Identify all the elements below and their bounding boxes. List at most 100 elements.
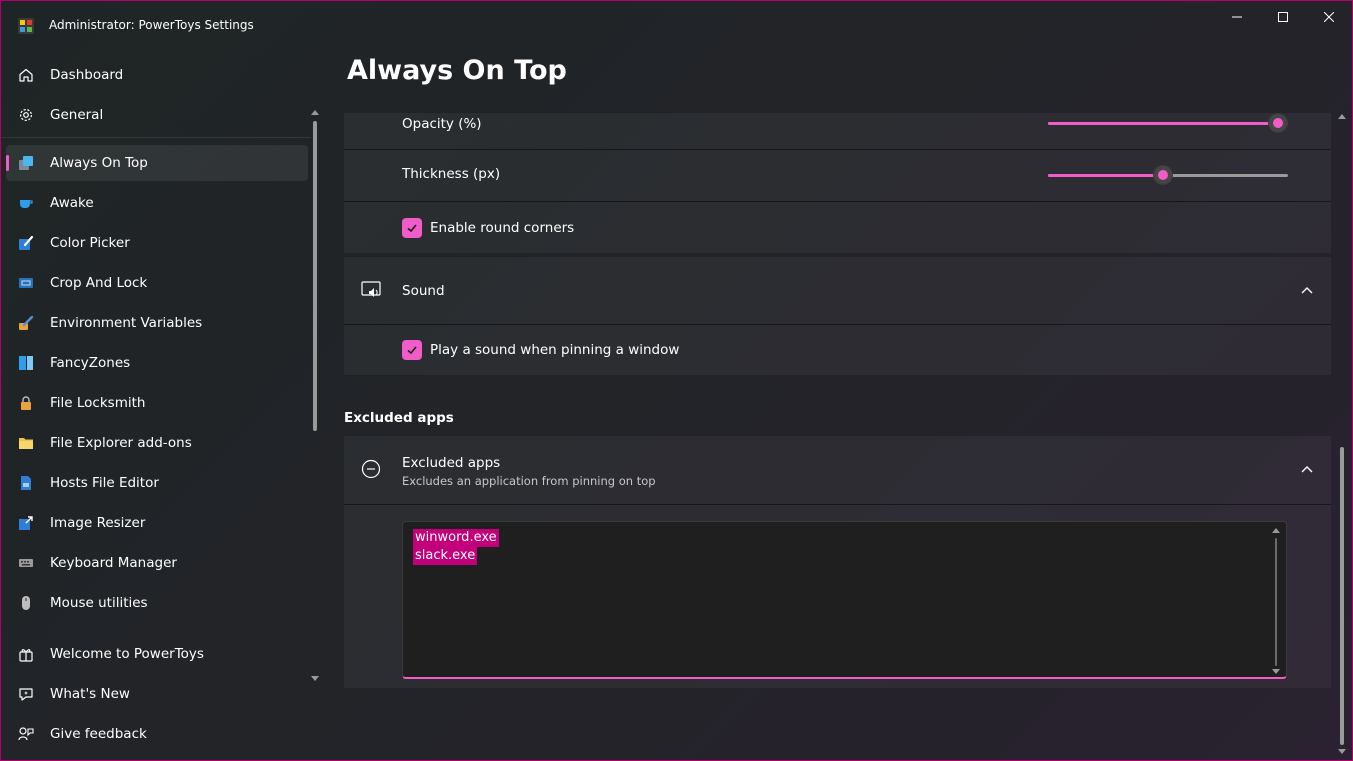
chevron-up-icon[interactable]	[1299, 283, 1315, 299]
sidebar-item-label: Hosts File Editor	[50, 475, 159, 491]
sidebar-item-give-feedback[interactable]: Give feedback	[6, 716, 308, 752]
mouse-icon	[22, 596, 30, 610]
play-sound-setting-row: Play a sound when pinning a window	[344, 325, 1331, 375]
chevron-up-icon[interactable]	[1299, 462, 1315, 478]
excluded-app-line[interactable]: winword.exe	[413, 529, 499, 547]
scroll-down-arrow-icon[interactable]	[1272, 667, 1280, 675]
round-corners-setting-row: Enable round corners	[344, 202, 1331, 253]
sidebar-item-label: Give feedback	[50, 726, 147, 742]
file-locksmith-icon	[21, 396, 31, 410]
thickness-label: Thickness (px)	[402, 166, 501, 182]
scroll-down-arrow-icon[interactable]	[311, 674, 319, 682]
folder-icon	[19, 438, 33, 449]
maximize-icon	[1278, 12, 1288, 22]
sidebar-item-file-explorer-add-ons[interactable]: File Explorer add-ons	[6, 425, 308, 461]
checkmark-icon	[407, 346, 417, 355]
window-title: Administrator: PowerToys Settings	[49, 18, 254, 32]
sound-expander-header[interactable]: Sound	[344, 257, 1331, 324]
sidebar-item-environment-variables[interactable]: Environment Variables	[6, 305, 308, 341]
sidebar-item-mouse-utilities[interactable]: Mouse utilities	[6, 585, 308, 621]
scroll-up-arrow-icon[interactable]	[311, 109, 319, 117]
thickness-setting-row: Thickness (px)	[344, 150, 1331, 201]
maximize-button[interactable]	[1260, 1, 1306, 33]
selection-indicator	[6, 155, 9, 171]
slider-thumb[interactable]	[1268, 113, 1288, 133]
sound-icon	[361, 281, 381, 297]
sidebar-item-whats-new[interactable]: What's New	[6, 676, 308, 712]
scroll-up-arrow-icon[interactable]	[1338, 113, 1346, 121]
play-sound-label: Play a sound when pinning a window	[430, 342, 680, 358]
sidebar-item-label: Image Resizer	[50, 515, 146, 531]
sidebar-item-general[interactable]: General	[6, 97, 308, 133]
main-content: Always On Top Opacity (%) Thickness (px)	[323, 51, 1352, 760]
close-icon	[1324, 12, 1334, 22]
thickness-slider[interactable]	[1048, 165, 1288, 185]
sidebar-item-label: File Locksmith	[50, 395, 146, 411]
sidebar-item-label: Keyboard Manager	[50, 555, 177, 571]
sidebar-item-crop-and-lock[interactable]: Crop And Lock	[6, 265, 308, 301]
title-bar: Administrator: PowerToys Settings	[1, 1, 1352, 51]
sidebar-item-welcome[interactable]: Welcome to PowerToys	[6, 636, 308, 672]
sidebar-item-label: FancyZones	[50, 355, 131, 371]
round-corners-label: Enable round corners	[430, 220, 575, 236]
slider-fill	[1048, 174, 1163, 177]
environment-variables-icon	[19, 315, 34, 330]
excluded-apps-title: Excluded apps	[402, 455, 501, 471]
sidebar-item-label: Always On Top	[50, 155, 148, 171]
sidebar-item-file-locksmith[interactable]: File Locksmith	[6, 385, 308, 421]
opacity-setting-row: Opacity (%)	[344, 113, 1331, 149]
sidebar-item-label: Mouse utilities	[50, 595, 148, 611]
keyboard-icon	[19, 559, 33, 567]
sidebar-item-awake[interactable]: Awake	[6, 185, 308, 221]
minimize-icon	[1232, 16, 1242, 18]
minus-circle-icon	[361, 459, 381, 479]
always-on-top-icon	[19, 156, 33, 170]
gear-icon	[19, 108, 33, 122]
sidebar-divider	[1, 137, 311, 138]
excluded-apps-textarea[interactable]: winword.exe slack.exe	[402, 521, 1287, 679]
color-picker-icon	[19, 235, 34, 250]
close-button[interactable]	[1306, 1, 1352, 33]
whats-new-icon	[19, 688, 33, 701]
hosts-file-icon	[21, 476, 31, 490]
powertoys-settings-window: Administrator: PowerToys Settings Dashbo…	[0, 0, 1353, 761]
slider-fill	[1048, 122, 1278, 125]
welcome-icon	[19, 649, 33, 662]
sidebar-item-label: File Explorer add-ons	[50, 435, 192, 451]
page-title: Always On Top	[347, 55, 567, 86]
play-sound-checkbox[interactable]	[402, 340, 422, 360]
sidebar-item-hosts-file-editor[interactable]: Hosts File Editor	[6, 465, 308, 501]
scroll-down-arrow-icon[interactable]	[1338, 747, 1346, 755]
excluded-apps-expander-header[interactable]: Excluded apps Excludes an application fr…	[344, 436, 1331, 504]
textarea-scroll-track[interactable]	[1275, 538, 1277, 666]
sidebar-item-label: Awake	[50, 195, 94, 211]
sidebar-scrollbar[interactable]	[311, 109, 319, 683]
sidebar-item-label: Environment Variables	[50, 315, 203, 331]
sidebar-item-always-on-top[interactable]: Always On Top	[6, 145, 308, 181]
sidebar-item-color-picker[interactable]: Color Picker	[6, 225, 308, 261]
sidebar-scroll-thumb[interactable]	[313, 121, 317, 431]
image-resizer-icon	[19, 516, 33, 530]
sound-label: Sound	[402, 283, 445, 299]
crop-and-lock-icon	[19, 278, 33, 288]
sidebar-item-keyboard-manager[interactable]: Keyboard Manager	[6, 545, 308, 581]
sidebar-item-fancyzones[interactable]: FancyZones	[6, 345, 308, 381]
sidebar-item-image-resizer[interactable]: Image Resizer	[6, 505, 308, 541]
main-scrollbar[interactable]	[1337, 113, 1347, 755]
main-scroll-thumb[interactable]	[1340, 447, 1344, 745]
sidebar-item-label: General	[50, 107, 104, 123]
feedback-icon	[18, 727, 34, 741]
opacity-label: Opacity (%)	[402, 116, 482, 132]
sidebar-item-label: Dashboard	[50, 67, 124, 83]
checkmark-icon	[407, 224, 417, 233]
scroll-up-arrow-icon[interactable]	[1272, 527, 1280, 535]
opacity-slider[interactable]	[1048, 113, 1288, 133]
slider-thumb[interactable]	[1153, 165, 1173, 185]
excluded-app-line[interactable]: slack.exe	[413, 547, 478, 565]
sidebar-item-label: Crop And Lock	[50, 275, 148, 291]
sidebar-item-dashboard[interactable]: Dashboard	[6, 57, 308, 93]
home-icon	[19, 68, 33, 82]
round-corners-checkbox[interactable]	[402, 218, 422, 238]
minimize-button[interactable]	[1214, 1, 1260, 33]
excluded-apps-section-header: Excluded apps	[344, 410, 454, 426]
